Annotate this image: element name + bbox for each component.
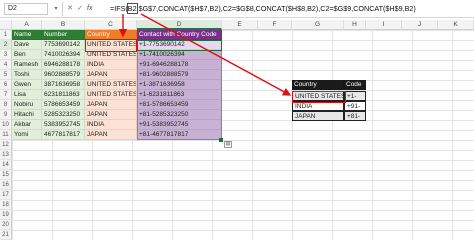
lookup-cell-code[interactable]: +1-	[344, 91, 366, 101]
column-header[interactable]: I	[366, 20, 402, 30]
lookup-header-code[interactable]: Code	[344, 80, 366, 90]
row-header[interactable]: 7	[0, 90, 12, 100]
row-header[interactable]: 9	[0, 110, 12, 120]
formula-input[interactable]: =IFS(B2,$G$7,CONCAT($H$7,B2),C2=$G$8,CON…	[110, 3, 470, 15]
formula-bar-divider	[62, 2, 63, 16]
cell-name[interactable]: Lisa	[12, 90, 42, 100]
cell-country[interactable]: INDIA	[85, 120, 137, 130]
cell-country[interactable]: JAPAN	[85, 100, 137, 110]
header-contact[interactable]: Contact with Country Code	[137, 30, 222, 40]
row-header[interactable]: 20	[0, 220, 12, 230]
row-header[interactable]: 8	[0, 100, 12, 110]
cell-number[interactable]: 7753690142	[42, 40, 85, 50]
chevron-down-icon[interactable]: ▾	[52, 3, 60, 15]
row-header[interactable]: 11	[0, 130, 12, 140]
cell-number[interactable]: 4677817817	[42, 130, 85, 140]
row-header[interactable]: 18	[0, 200, 12, 210]
cell-number[interactable]: 6946288178	[42, 60, 85, 70]
cell-name[interactable]: Akbar	[12, 120, 42, 130]
formula-prefix: =IFS(	[110, 4, 128, 13]
cell-name[interactable]: Ramesh	[12, 60, 42, 70]
row-header[interactable]: 15	[0, 170, 12, 180]
row-header[interactable]: 5	[0, 70, 12, 80]
formula-bar: D2 ▾ ✕ ✓ fx =IFS(B2,$G$7,CONCAT($H$7,B2)…	[0, 0, 474, 18]
row-header[interactable]: 1	[0, 30, 12, 40]
row-header[interactable]: 6	[0, 80, 12, 90]
lookup-cell-code[interactable]: +91-	[344, 101, 366, 111]
column-header[interactable]: A	[12, 20, 42, 30]
row-header[interactable]: 21	[0, 230, 12, 240]
cell-number[interactable]: 7410026394	[42, 50, 85, 60]
cell-name[interactable]: Dave	[12, 40, 42, 50]
cancel-icon[interactable]: ✕	[66, 3, 74, 15]
cell-number[interactable]: 9602888579	[42, 70, 85, 80]
row-header[interactable]: 3	[0, 50, 12, 60]
column-header[interactable]: K	[438, 20, 474, 30]
cell-number[interactable]: 5285323250	[42, 110, 85, 120]
cell-country[interactable]: JAPAN	[85, 110, 137, 120]
row-header[interactable]: 12	[0, 140, 12, 150]
row-header[interactable]: 19	[0, 210, 12, 220]
quick-analysis-icon[interactable]: ▤	[224, 141, 232, 148]
cell-number[interactable]: 3871636958	[42, 80, 85, 90]
cell-number[interactable]: 6231811863	[42, 90, 85, 100]
cell-country[interactable]: JAPAN	[85, 70, 137, 80]
cell-name[interactable]: Ben	[12, 50, 42, 60]
column-header[interactable]: D	[137, 20, 222, 30]
cell-name[interactable]: Gwen	[12, 80, 42, 90]
cell-name[interactable]: Hitachi	[12, 110, 42, 120]
active-cell-border	[137, 40, 222, 51]
column-header[interactable]: H	[344, 20, 366, 30]
annotation-highlight-lookup	[292, 91, 346, 103]
header-number[interactable]: Number	[42, 30, 85, 40]
lookup-header-country[interactable]: Country	[292, 80, 344, 90]
row-header[interactable]: 4	[0, 60, 12, 70]
row-header[interactable]: 16	[0, 180, 12, 190]
annotation-highlight-country	[85, 39, 137, 52]
header-name[interactable]: Name	[12, 30, 42, 40]
row-header[interactable]: 13	[0, 150, 12, 160]
cell-name[interactable]: Toshi	[12, 70, 42, 80]
cell-number[interactable]: 5383952745	[42, 120, 85, 130]
row-header[interactable]: 2	[0, 40, 12, 50]
contact-range-outline	[137, 40, 222, 140]
formula-rest: ,$G$7,CONCAT($H$7,B2),C2=$G$8,CONCAT($H$…	[136, 4, 416, 13]
fill-handle[interactable]	[219, 138, 223, 142]
row-header[interactable]: 14	[0, 160, 12, 170]
enter-icon[interactable]: ✓	[76, 3, 84, 15]
cell-name[interactable]: Nobiru	[12, 100, 42, 110]
cell-country[interactable]: UNITED STATES	[85, 80, 137, 90]
column-header[interactable]: F	[258, 20, 292, 30]
name-box[interactable]: D2	[4, 3, 48, 15]
cell-country[interactable]: INDIA	[85, 60, 137, 70]
cell-country[interactable]: JAPAN	[85, 130, 137, 140]
column-header[interactable]: C	[85, 20, 137, 30]
row-header[interactable]: 17	[0, 190, 12, 200]
row-header[interactable]: 10	[0, 120, 12, 130]
column-header[interactable]: G	[292, 20, 344, 30]
lookup-cell-code[interactable]: +81-	[344, 111, 366, 121]
formula-highlight: B2	[126, 3, 138, 14]
column-header[interactable]: B	[42, 20, 85, 30]
cell-number[interactable]: 5786653459	[42, 100, 85, 110]
lookup-cell-country[interactable]: JAPAN	[292, 111, 344, 121]
cell-name[interactable]: Yomi	[12, 130, 42, 140]
column-header[interactable]: J	[402, 20, 438, 30]
cell-country[interactable]: UNITED STATES	[85, 90, 137, 100]
column-header[interactable]: E	[222, 20, 258, 30]
select-all-corner[interactable]	[0, 20, 12, 30]
column-headers: A B C D E F G H I J K	[0, 20, 474, 30]
function-icon[interactable]: fx	[87, 3, 99, 15]
